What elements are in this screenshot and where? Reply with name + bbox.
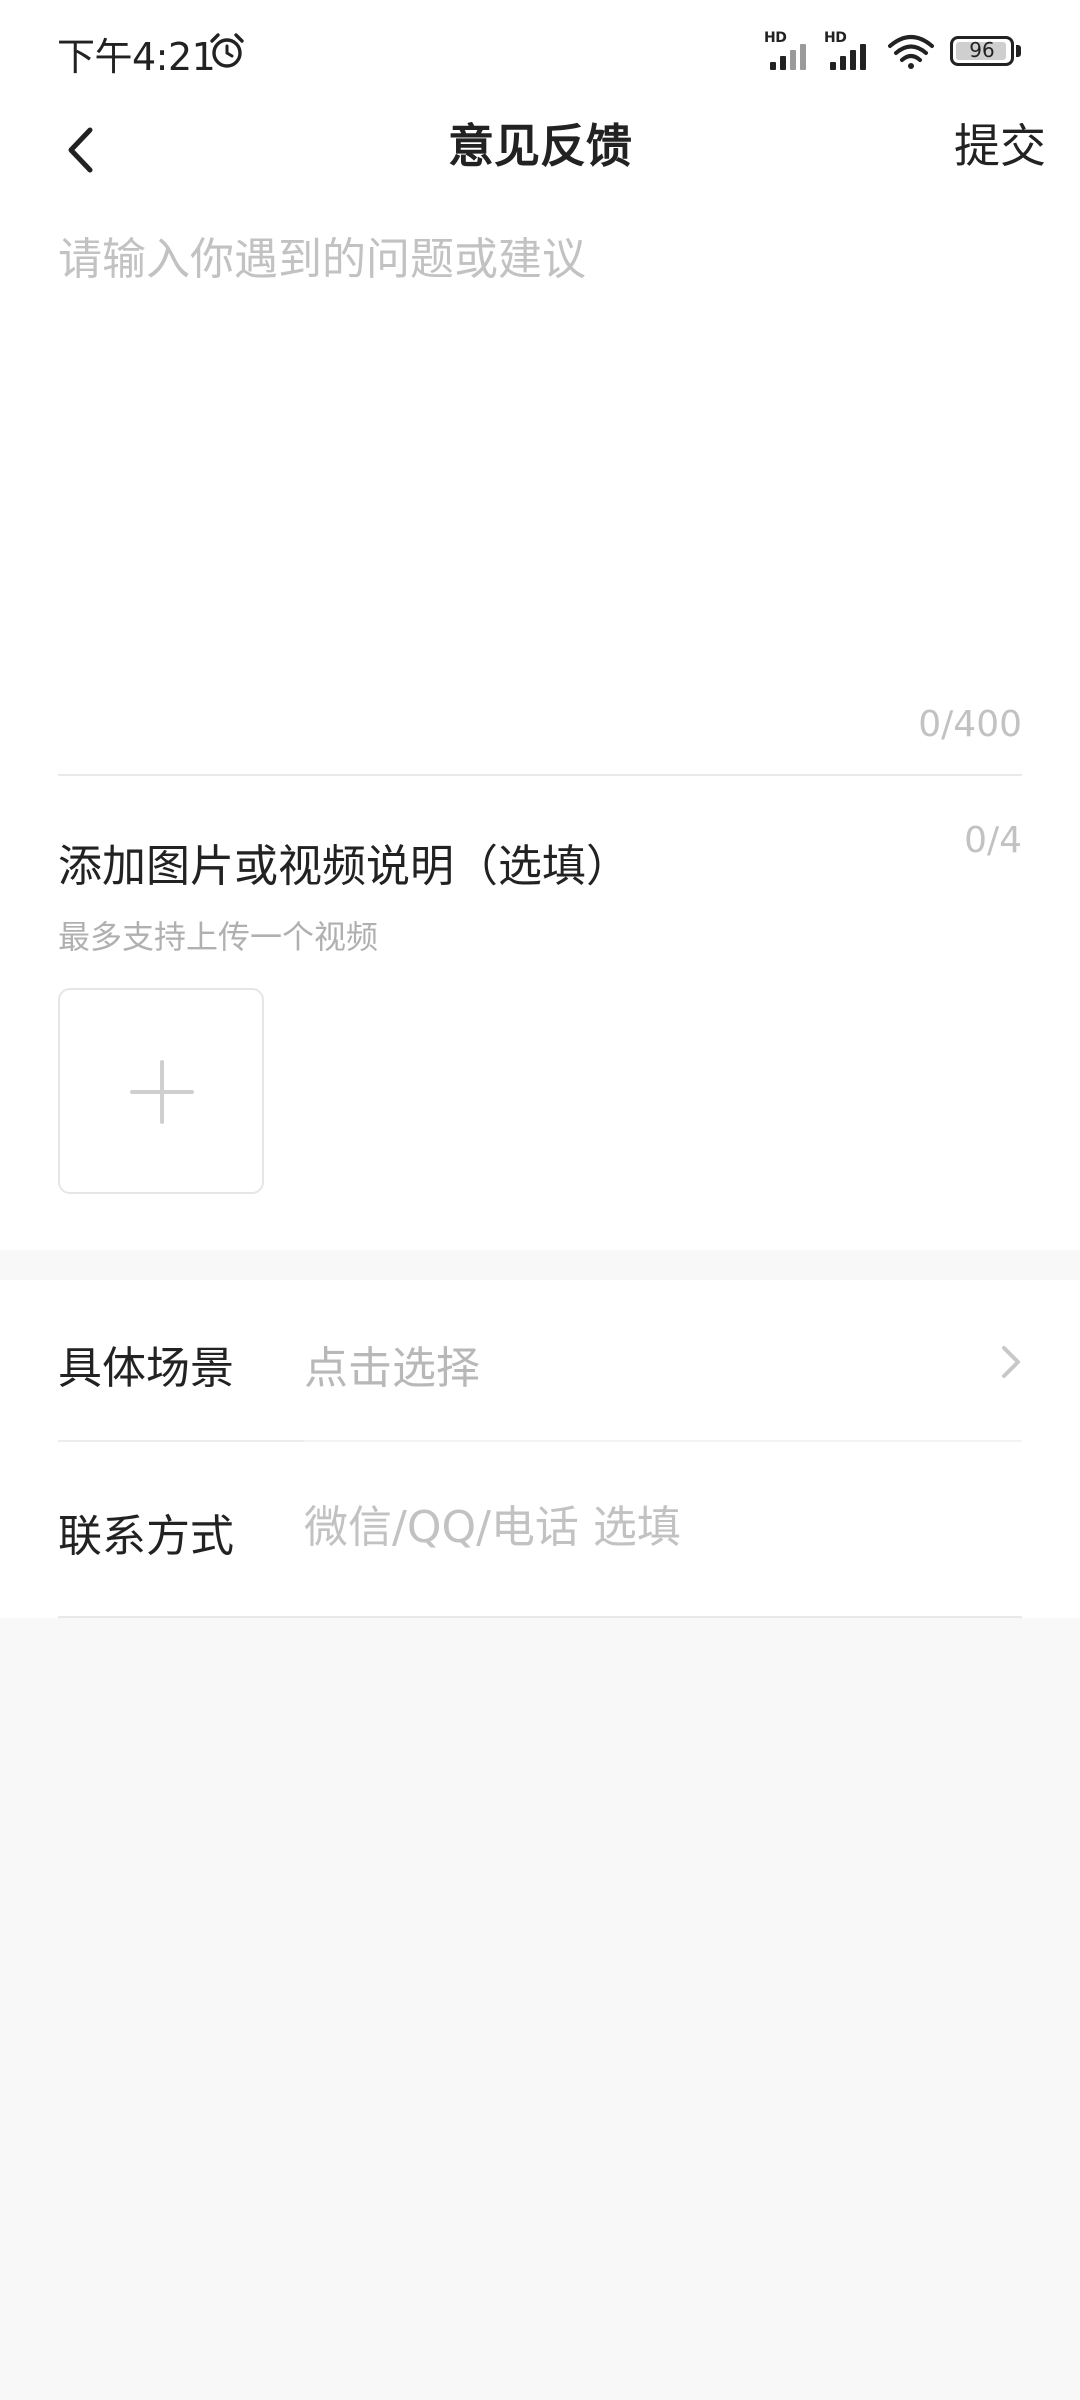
status-time: 下午4:21 xyxy=(57,35,216,79)
contact-label: 联系方式 xyxy=(58,1511,234,1562)
chevron-right-icon xyxy=(1002,1346,1020,1378)
add-media-button[interactable] xyxy=(58,988,264,1194)
contact-divider xyxy=(58,1616,1022,1618)
submit-button[interactable]: 提交 xyxy=(954,108,1046,184)
cellular-signal-1: HD xyxy=(764,30,820,70)
cellular-signal-2: HD xyxy=(824,30,880,70)
signal-bars-2-icon xyxy=(830,44,866,70)
battery-indicator: 96 xyxy=(950,36,1014,66)
contact-row: 联系方式 xyxy=(0,1448,1080,1612)
wifi-icon xyxy=(888,35,934,69)
form-section: 具体场景 点击选择 联系方式 xyxy=(0,1280,1080,1618)
plus-icon xyxy=(130,1060,194,1124)
feedback-textarea[interactable] xyxy=(58,230,1022,690)
scene-divider-right xyxy=(304,1440,1022,1442)
alarm-clock-icon xyxy=(210,33,244,68)
title-bar: 意见反馈 提交 xyxy=(0,100,1080,210)
status-bar: 下午4:21 HD HD 96 xyxy=(0,0,1080,100)
back-button[interactable] xyxy=(40,110,120,190)
contact-input[interactable] xyxy=(304,1492,1004,1562)
page-title: 意见反馈 xyxy=(448,119,632,173)
battery-percent: 96 xyxy=(969,38,995,62)
attachment-hint: 最多支持上传一个视频 xyxy=(58,918,379,956)
signal-bars-1-icon xyxy=(770,44,806,70)
scene-label: 具体场景 xyxy=(58,1343,234,1394)
feedback-section: 0/400 添加图片或视频说明（选填） 0/4 最多支持上传一个视频 xyxy=(0,210,1080,1250)
feedback-char-counter: 0/400 xyxy=(918,704,1022,745)
scene-select-value[interactable]: 点击选择 xyxy=(304,1332,480,1396)
attachment-counter: 0/4 xyxy=(964,820,1022,861)
scene-row[interactable]: 具体场景 点击选择 xyxy=(0,1280,1080,1444)
chevron-left-icon xyxy=(68,127,93,173)
battery-tip xyxy=(1016,45,1021,57)
feedback-divider xyxy=(58,774,1022,776)
scene-divider-left xyxy=(58,1440,304,1442)
attachment-title: 添加图片或视频说明（选填） xyxy=(58,841,630,892)
